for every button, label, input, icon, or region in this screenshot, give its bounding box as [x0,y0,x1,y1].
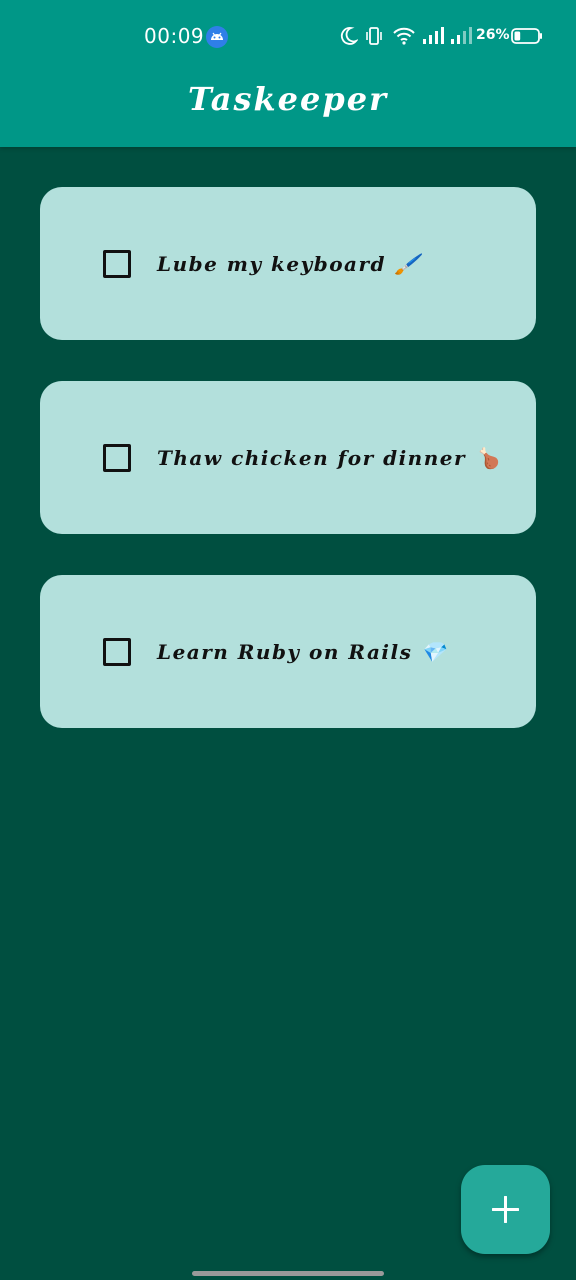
task-checkbox[interactable] [103,444,131,472]
status-bar: 00:09 26% [0,0,576,74]
status-icons: 26% [340,24,542,50]
task-card[interactable]: Lube my keyboard 🖌️ [40,187,536,340]
app-title: Taskeeper [188,80,388,118]
moon-icon [340,27,358,45]
status-time: 00:09 [144,24,205,48]
android-icon [206,26,228,48]
battery-percent: 26% [476,27,510,43]
task-label: Thaw chicken for dinner 🍗 [157,446,501,470]
task-list: Lube my keyboard 🖌️ Thaw chicken for din… [40,187,536,769]
wifi-icon [393,27,415,45]
battery-icon [511,28,542,44]
signal-icon-2 [451,27,472,44]
signal-icon [423,27,444,44]
task-checkbox[interactable] [103,250,131,278]
vibrate-icon [366,27,382,45]
app-bar: 00:09 26% Taskeeper [0,0,576,147]
home-indicator[interactable] [192,1271,384,1276]
plus-icon [492,1196,519,1223]
task-card[interactable]: Learn Ruby on Rails 💎 [40,575,536,728]
task-label: Lube my keyboard 🖌️ [157,252,421,276]
add-task-button[interactable] [461,1165,550,1254]
task-checkbox[interactable] [103,638,131,666]
task-label: Learn Ruby on Rails 💎 [157,640,448,664]
task-card[interactable]: Thaw chicken for dinner 🍗 [40,381,536,534]
